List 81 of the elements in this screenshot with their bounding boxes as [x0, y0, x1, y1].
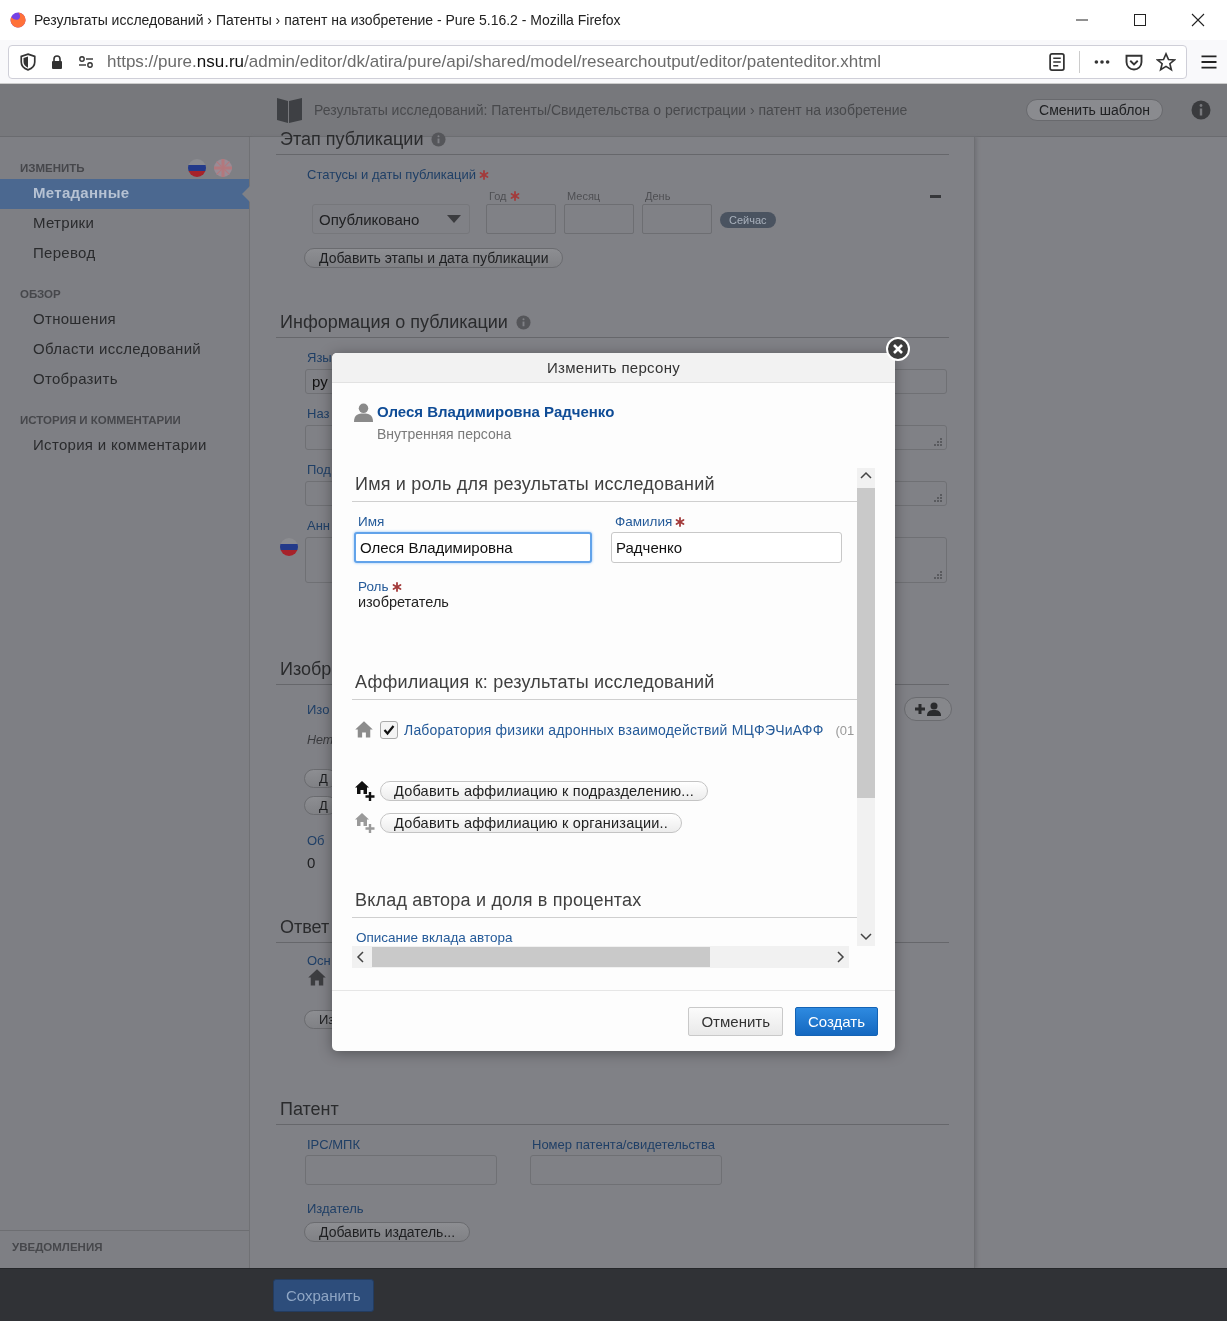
info-icon[interactable] — [1191, 100, 1211, 120]
create-button[interactable]: Создать — [795, 1006, 878, 1036]
section-heading: Этап публикации — [280, 129, 424, 150]
field-label: Фамилия — [615, 514, 673, 529]
cancel-button[interactable]: Отменить — [688, 1006, 783, 1036]
window-title: Результаты исследований › Патенты › патент на изобретение - Pure 5.16.2 - Mozilla Firefox — [34, 11, 622, 28]
shield-icon[interactable] — [19, 52, 37, 71]
add-affiliation-button[interactable]: Добавить аффилиацию к подразделению... — [380, 781, 709, 801]
close-icon[interactable] — [886, 337, 910, 361]
field-label: IPC/МПК — [307, 1137, 361, 1152]
affiliation-checkbox[interactable] — [380, 721, 398, 739]
field-label: Изо — [307, 701, 330, 717]
field-label: Язы — [307, 350, 332, 365]
field-label: Наз — [307, 406, 330, 421]
sidebar-item[interactable]: История и комментарии — [0, 431, 249, 461]
affiliation-code: (01 — [835, 722, 855, 738]
field-label: Роль — [358, 579, 389, 594]
resize-grip-icon[interactable] — [934, 438, 942, 446]
section-heading: Изобр — [280, 659, 332, 680]
sidebar-item[interactable]: Отношения — [0, 305, 249, 335]
sidebar-item[interactable]: Перевод — [0, 239, 249, 269]
field-label: Анн — [307, 518, 331, 533]
add-person-icon — [914, 702, 942, 716]
status-dropdown[interactable]: Опубликовано — [312, 204, 470, 234]
add-affiliation-button[interactable]: Добавить аффилиацию к организации.. — [380, 813, 682, 833]
scrollbar-thumb[interactable] — [857, 488, 875, 798]
field-label: Об — [307, 833, 325, 848]
permissions-icon[interactable] — [77, 53, 95, 70]
firefox-logo-icon — [10, 11, 26, 28]
field-label: Издатель — [307, 1201, 364, 1216]
add-publisher-button[interactable]: Добавить издатель... — [304, 1222, 471, 1242]
add-person-button[interactable] — [904, 697, 952, 721]
sidebar-section-title: ИЗМЕНИТЬ — [20, 162, 85, 174]
sidebar-section-title: ИСТОРИЯ И КОММЕНТАРИИ — [20, 414, 181, 426]
sidebar-item[interactable]: Метрики — [0, 209, 249, 239]
field-label: Номер патента/свидетельства — [532, 1137, 715, 1152]
field-label: Осн — [307, 953, 331, 968]
resize-grip-icon[interactable] — [934, 494, 942, 502]
home-icon — [354, 720, 374, 740]
person-type: Внутренняя персона — [377, 426, 513, 442]
person-icon — [354, 403, 373, 422]
lock-icon[interactable] — [49, 52, 65, 71]
change-template-button[interactable]: Сменить шаблон — [1026, 99, 1163, 121]
sidebar-item[interactable]: Области исследований — [0, 335, 249, 365]
count-value: 0 — [307, 854, 316, 871]
reader-view-icon[interactable] — [1047, 51, 1067, 72]
address-bar[interactable]: https://pure.nsu.ru/admin/editor/dk/atira/pure/api/shared/model/researchoutput/editor/patenteditor.xhtml — [8, 44, 1187, 79]
section-heading: Имя и роль для результаты исследований — [352, 474, 857, 502]
name-input[interactable]: Радченко — [611, 532, 842, 563]
save-button[interactable]: Сохранить — [273, 1278, 374, 1312]
sidebar-item[interactable]: Метаданные — [0, 179, 249, 209]
add-stage-button[interactable]: Добавить этапы и дата публикации — [304, 248, 564, 268]
section-heading: Информация о публикации — [280, 312, 508, 333]
dialog-title: Изменить персону — [546, 359, 681, 376]
notifications-title[interactable]: УВЕДОМЛЕНИЯ — [12, 1241, 103, 1253]
empty-text: Нет — [307, 733, 334, 747]
caret-icon — [447, 215, 461, 223]
flag-icon[interactable] — [187, 158, 207, 178]
sidebar-item[interactable]: Отобразить — [0, 365, 249, 395]
affiliation-link[interactable]: Лаборатория физики адронных взаимодействий МЦФЭЧиАФФ — [404, 722, 824, 738]
name-input[interactable]: Олеся Владимировна — [354, 532, 592, 563]
flag-icon[interactable] — [279, 537, 299, 557]
field-label: Описание вклада автора — [356, 930, 513, 945]
sidebar-section-title: ОБЗОР — [20, 288, 61, 300]
section-heading: Аффилиация к: результаты исследований — [352, 672, 857, 700]
star-icon[interactable] — [1156, 51, 1176, 72]
field-label: Имя — [358, 514, 385, 529]
info-icon[interactable] — [431, 132, 447, 147]
role-value: изобретатель — [357, 594, 450, 610]
book-icon — [276, 95, 304, 125]
section-heading: Вклад автора и доля в процентах — [352, 890, 857, 918]
person-name-link[interactable]: Олеся Владимировна Радченко — [377, 403, 615, 420]
section-heading: Ответ — [280, 917, 330, 938]
now-button[interactable]: Сейчас — [720, 212, 776, 228]
scrollbar-thumb[interactable] — [372, 947, 710, 967]
section-heading: Патент — [280, 1099, 339, 1120]
resize-grip-icon[interactable] — [934, 571, 942, 579]
field-label: Статусы и даты публикаций — [307, 167, 476, 182]
field-label: Под — [307, 462, 331, 477]
info-icon[interactable] — [515, 315, 531, 330]
home-icon — [307, 968, 327, 988]
